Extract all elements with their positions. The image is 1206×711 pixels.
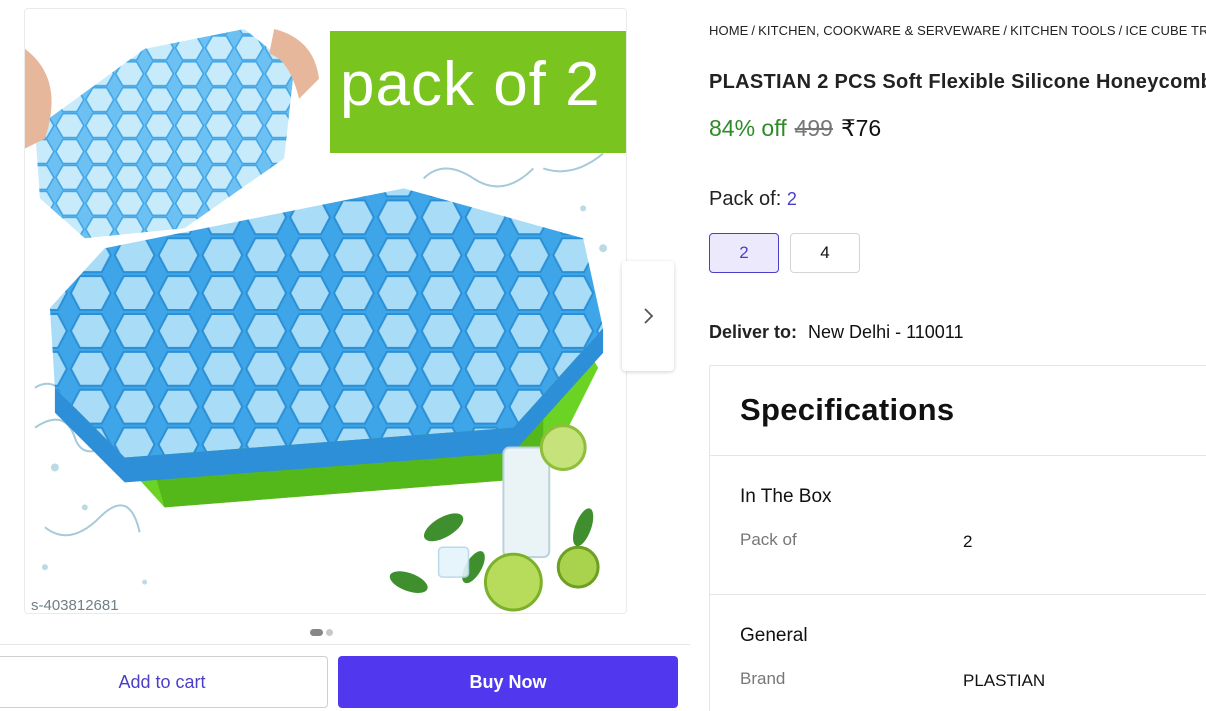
spec-value-pack-of: 2 [963,532,973,551]
image-watermark-sku: s-403812681 [31,597,119,614]
pack-label-row: Pack of: 2 [709,188,797,211]
breadcrumb-separator: / [1118,23,1123,38]
spec-value-brand: PLASTIAN [963,671,1046,690]
selling-price: ₹76 [840,115,882,141]
add-to-cart-button[interactable]: Add to cart [0,656,328,708]
breadcrumb: HOME / KITCHEN, COOKWARE & SERVEWARE / KITCH… [709,23,1206,38]
breadcrumb-separator: / [751,23,756,38]
delivery-row: Deliver to: New Delhi - 110011 [709,322,963,343]
pagination-dot[interactable] [326,629,333,636]
breadcrumb-home[interactable]: HOME [709,23,748,38]
pack-option-2[interactable]: 2 [709,233,779,273]
breadcrumb-ice-cube-trays[interactable]: ICE CUBE TRAYS [1125,23,1206,38]
divider [709,594,1206,595]
product-title: PLASTIAN 2 PCS Soft Flexible Silicone Ho… [709,71,1206,93]
divider [709,455,1206,456]
specifications-title: Specifications [740,392,955,427]
spec-key-pack-of: Pack of [740,530,797,549]
next-image-button[interactable] [622,261,674,371]
buy-now-button[interactable]: Buy Now [338,656,678,708]
breadcrumb-kitchen-tools[interactable]: KITCHEN TOOLS [1010,23,1116,38]
discount-percent: 84% off [709,115,787,141]
spec-section-title-general: General [740,625,808,646]
pack-selected-value: 2 [786,189,797,209]
breadcrumb-separator: / [1003,23,1008,38]
price-row: 84% off 499 ₹76 [709,115,881,142]
image-pagination-dots [310,629,333,636]
spec-key-brand: Brand [740,669,786,688]
delivery-location[interactable]: New Delhi - 110011 [808,322,963,342]
pagination-dot-active[interactable] [310,629,323,636]
promo-banner-text: pack of 2 [340,50,601,119]
deliver-to-label: Deliver to: [709,322,798,342]
original-price: 499 [794,115,833,141]
product-image-frame: pack of 2 s-403812681 [24,8,627,614]
chevron-right-icon [644,308,654,324]
spec-section-title-in-the-box: In The Box [740,486,832,507]
breadcrumb-kitchen[interactable]: KITCHEN, COOKWARE & SERVEWARE [758,23,1000,38]
pack-option-4[interactable]: 4 [790,233,860,273]
pack-label: Pack of: [709,188,782,210]
